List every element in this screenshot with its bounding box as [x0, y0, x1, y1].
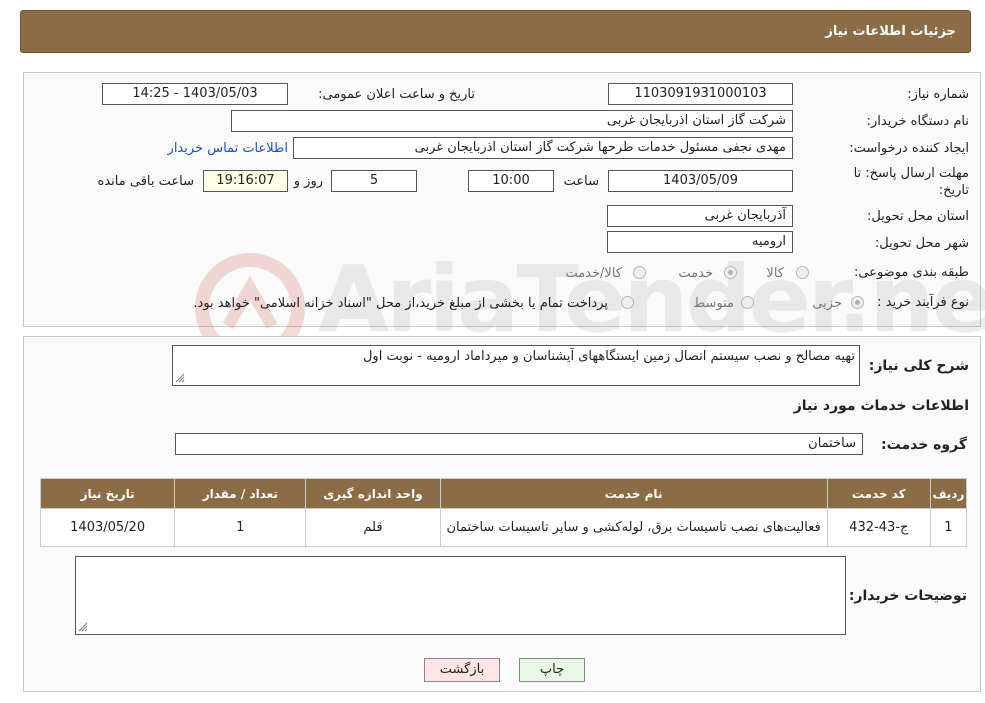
deadline-time-field: 10:00 — [468, 170, 554, 192]
service-name-cell: فعالیت‌های نصب تاسیسات برق، لوله‌کشی و س… — [439, 508, 828, 547]
category-radio-goods-service[interactable] — [633, 266, 646, 279]
province-field: آذربایجان غربی — [607, 205, 793, 227]
days-field: 5 — [331, 170, 417, 192]
print-button[interactable]: چاپ — [519, 658, 585, 682]
services-section-title: اطلاعات خدمات مورد نیاز — [793, 398, 969, 414]
service-group-field: ساختمان — [175, 433, 863, 455]
city-field: ارومیه — [607, 231, 793, 253]
resize-grip-icon — [78, 622, 88, 632]
deadline-date-field: 1403/05/09 — [608, 170, 793, 192]
col-row-header: ردیف — [929, 478, 968, 509]
description-text: تهیه مصالح و نصب سیستم اتصال زمین ایستگا… — [362, 349, 855, 364]
services-table: ردیف کد خدمت نام خدمت واحد اندازه گیری ت… — [39, 478, 968, 547]
category-option-service: خدمت — [678, 266, 713, 281]
description-textarea[interactable]: تهیه مصالح و نصب سیستم اتصال زمین ایستگا… — [172, 345, 860, 386]
quantity-cell: 1 — [174, 508, 307, 547]
days-label: روز و — [293, 174, 323, 189]
category-radio-goods[interactable] — [796, 266, 809, 279]
col-date-header: تاریخ نیاز — [39, 478, 176, 509]
service-group-label: گروه خدمت: — [881, 437, 967, 453]
buyer-contact-link[interactable]: اطلاعات تماس خریدار — [168, 141, 288, 156]
remaining-time-field: 19:16:07 — [203, 170, 288, 192]
col-code-header: کد خدمت — [826, 478, 931, 509]
process-radio-medium[interactable] — [741, 296, 754, 309]
deadline-time-label: ساعت — [563, 174, 599, 189]
province-label: استان محل تحویل: — [867, 209, 969, 224]
buyer-org-field: شرکت گاز استان اذربایجان غربی — [231, 110, 793, 132]
process-note: پرداخت تمام یا بخشی از مبلغ خرید،از محل … — [193, 296, 608, 311]
buyer-notes-label: توضیحات خریدار: — [848, 588, 967, 604]
category-radio-service[interactable] — [724, 266, 737, 279]
description-label: شرح کلی نیاز: — [868, 358, 969, 374]
city-label: شهر محل تحویل: — [874, 236, 969, 251]
category-option-goods: کالا — [766, 266, 784, 281]
unit-cell: قلم — [305, 508, 441, 547]
announce-datetime-field: 1403/05/03 - 14:25 — [102, 83, 288, 105]
creator-field: مهدی نجفی مسئول خدمات طرحها شرکت گاز است… — [293, 137, 793, 159]
buyer-notes-textarea[interactable] — [75, 556, 846, 635]
page-header: جزئیات اطلاعات نیاز — [20, 10, 971, 53]
buyer-org-label: نام دستگاه خریدار: — [866, 114, 969, 129]
need-number-label: شماره نیاز: — [907, 87, 969, 102]
resize-grip-icon — [175, 373, 185, 383]
service-code-cell: ج-43-432 — [826, 508, 931, 547]
table-row: 1 ج-43-432 فعالیت‌های نصب تاسیسات برق، ل… — [39, 508, 968, 547]
col-qty-header: تعداد / مقدار — [174, 478, 307, 509]
need-date-cell: 1403/05/20 — [39, 508, 176, 547]
services-table-header: ردیف کد خدمت نام خدمت واحد اندازه گیری ت… — [39, 478, 968, 509]
process-radio-partial[interactable] — [851, 296, 864, 309]
process-option-partial: جزیی — [812, 296, 842, 311]
col-name-header: نام خدمت — [439, 478, 828, 509]
deadline-label: مهلت ارسال پاسخ: تا تاریخ: — [853, 166, 969, 198]
announce-label: تاریخ و ساعت اعلان عمومی: — [318, 87, 475, 102]
remaining-label: ساعت باقی مانده — [97, 174, 194, 189]
process-label: نوع فرآیند خرید : — [877, 295, 969, 310]
col-unit-header: واحد اندازه گیری — [305, 478, 441, 509]
treasury-checkbox[interactable] — [621, 296, 634, 309]
creator-label: ایجاد کننده درخواست: — [849, 141, 969, 156]
need-number-field: 1103091931000103 — [608, 83, 793, 105]
page-title: جزئیات اطلاعات نیاز — [825, 24, 956, 39]
category-option-goods-service: کالا/خدمت — [565, 266, 622, 281]
process-option-medium: متوسط — [693, 296, 734, 311]
category-label: طبقه بندی موضوعی: — [853, 265, 969, 280]
return-button[interactable]: بازگشت — [424, 658, 500, 682]
row-number-cell: 1 — [929, 508, 968, 547]
